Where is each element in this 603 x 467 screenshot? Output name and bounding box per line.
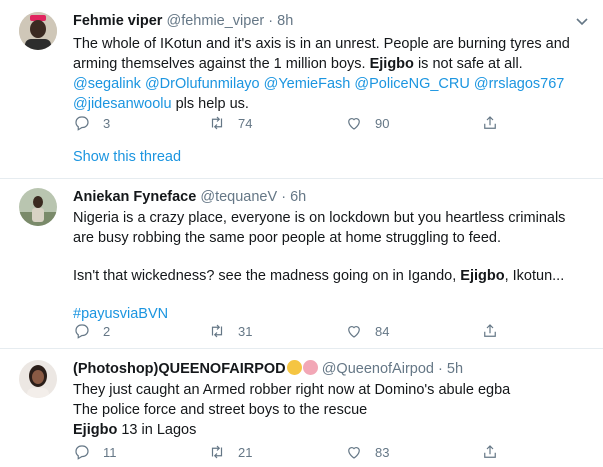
mention-link[interactable]: @DrOlufunmilayo (145, 76, 260, 92)
tweet-text: The whole of IKotun and it's axis is in … (73, 34, 583, 114)
share-button[interactable] (481, 442, 499, 462)
tweet-text-segment: pls help us. (175, 96, 249, 112)
display-name[interactable]: (Photoshop)QUEENOFAIRPOD (73, 361, 286, 377)
tweet-card[interactable]: Fehmie viper @fehmie_viper · 8h The whol… (0, 0, 603, 179)
reply-icon (75, 445, 89, 460)
separator-dot: · (281, 189, 287, 205)
highlight-term: Ejigbo (460, 268, 505, 284)
reply-button[interactable]: 2 (73, 321, 110, 341)
like-button[interactable]: 84 (345, 321, 389, 341)
retweet-count: 74 (238, 115, 253, 131)
retweet-button[interactable]: 74 (208, 113, 252, 133)
reply-count: 11 (103, 444, 117, 460)
tweet-text-segment: is not safe at all. (417, 56, 523, 72)
tweet-header: Aniekan Fyneface @tequaneV · 6h (73, 188, 306, 206)
reply-button[interactable]: 3 (73, 113, 110, 133)
avatar-image (19, 360, 57, 398)
heart-icon (348, 447, 360, 459)
retweet-count: 21 (238, 444, 253, 460)
avatar[interactable] (19, 360, 57, 398)
timestamp[interactable]: 6h (290, 189, 306, 205)
display-name[interactable]: Fehmie viper (73, 13, 162, 29)
like-count: 83 (375, 444, 390, 460)
user-handle[interactable]: @QueenofAirpod (322, 361, 434, 377)
retweet-icon (211, 324, 223, 338)
avatar-image (19, 188, 57, 226)
highlight-term: Ejigbo (73, 422, 118, 438)
reply-button[interactable]: 11 (73, 442, 117, 462)
tweet-card[interactable]: (Photoshop)QUEENOFAIRPOD @QueenofAirpod … (0, 348, 603, 467)
action-bar: 3 74 90 (73, 113, 513, 133)
chevron-down-icon[interactable] (575, 14, 589, 28)
mention-link[interactable]: @rrslagos767 (474, 76, 564, 92)
avatar-image (19, 12, 57, 50)
share-button[interactable] (481, 113, 499, 133)
smiling-hearts-emoji-icon (302, 360, 318, 375)
tweet-header: Fehmie viper @fehmie_viper · 8h (73, 12, 293, 30)
share-icon (484, 116, 496, 129)
mention-link[interactable]: @jidesanwoolu (73, 96, 172, 112)
tweet-text-segment: Isn't that wickedness? see the madness g… (73, 268, 457, 284)
timestamp[interactable]: 5h (447, 361, 463, 377)
tweet-paragraph: Nigeria is a crazy place, everyone is on… (73, 210, 566, 246)
tweet-text: Nigeria is a crazy place, everyone is on… (73, 208, 583, 324)
reply-count: 3 (103, 115, 111, 131)
reply-icon (75, 324, 89, 339)
mention-link[interactable]: @segalink (73, 76, 141, 92)
retweet-icon (211, 116, 223, 130)
retweet-icon (211, 445, 223, 459)
tweet-text: They just caught an Armed robber right n… (73, 380, 583, 440)
action-bar: 2 31 84 (73, 321, 513, 341)
display-name[interactable]: Aniekan Fyneface (73, 189, 196, 205)
reply-count: 2 (103, 323, 111, 339)
tweet-card[interactable]: Aniekan Fyneface @tequaneV · 6h Nigeria … (0, 178, 603, 349)
mention-link[interactable]: @YemieFash (264, 76, 351, 92)
mention-link[interactable]: @PoliceNG_CRU (354, 76, 469, 92)
tweet-header: (Photoshop)QUEENOFAIRPOD @QueenofAirpod … (73, 360, 463, 378)
tweet-text-segment: , Ikotun... (504, 268, 565, 284)
tweet-line: They just caught an Armed robber right n… (73, 382, 511, 398)
timestamp[interactable]: 8h (277, 13, 293, 29)
retweet-button[interactable]: 31 (208, 321, 252, 341)
tweet-line: The police force and street boys to the … (73, 402, 368, 418)
crown-emoji-icon (286, 360, 302, 375)
like-button[interactable]: 90 (345, 113, 389, 133)
avatar[interactable] (19, 12, 57, 50)
avatar[interactable] (19, 188, 57, 226)
user-handle[interactable]: @tequaneV (200, 189, 277, 205)
share-button[interactable] (481, 321, 499, 341)
hashtag-link[interactable]: #payusviaBVN (73, 306, 168, 322)
share-icon (484, 445, 496, 458)
tweet-text-segment: 13 in Lagos (121, 422, 197, 438)
share-icon (484, 324, 496, 337)
highlight-term: Ejigbo (369, 56, 414, 72)
heart-icon (348, 326, 360, 338)
like-count: 84 (375, 323, 390, 339)
separator-dot: · (268, 13, 274, 29)
reply-icon (75, 116, 89, 131)
like-button[interactable]: 83 (345, 442, 389, 462)
retweet-count: 31 (238, 323, 253, 339)
separator-dot: · (438, 361, 443, 377)
heart-icon (348, 118, 360, 130)
action-bar: 11 21 83 (73, 442, 513, 462)
show-thread-link[interactable]: Show this thread (73, 149, 181, 165)
tweet-paragraph: Isn't that wickedness? see the madness g… (73, 266, 583, 286)
user-handle[interactable]: @fehmie_viper (166, 13, 264, 29)
like-count: 90 (375, 115, 390, 131)
retweet-button[interactable]: 21 (208, 442, 252, 462)
